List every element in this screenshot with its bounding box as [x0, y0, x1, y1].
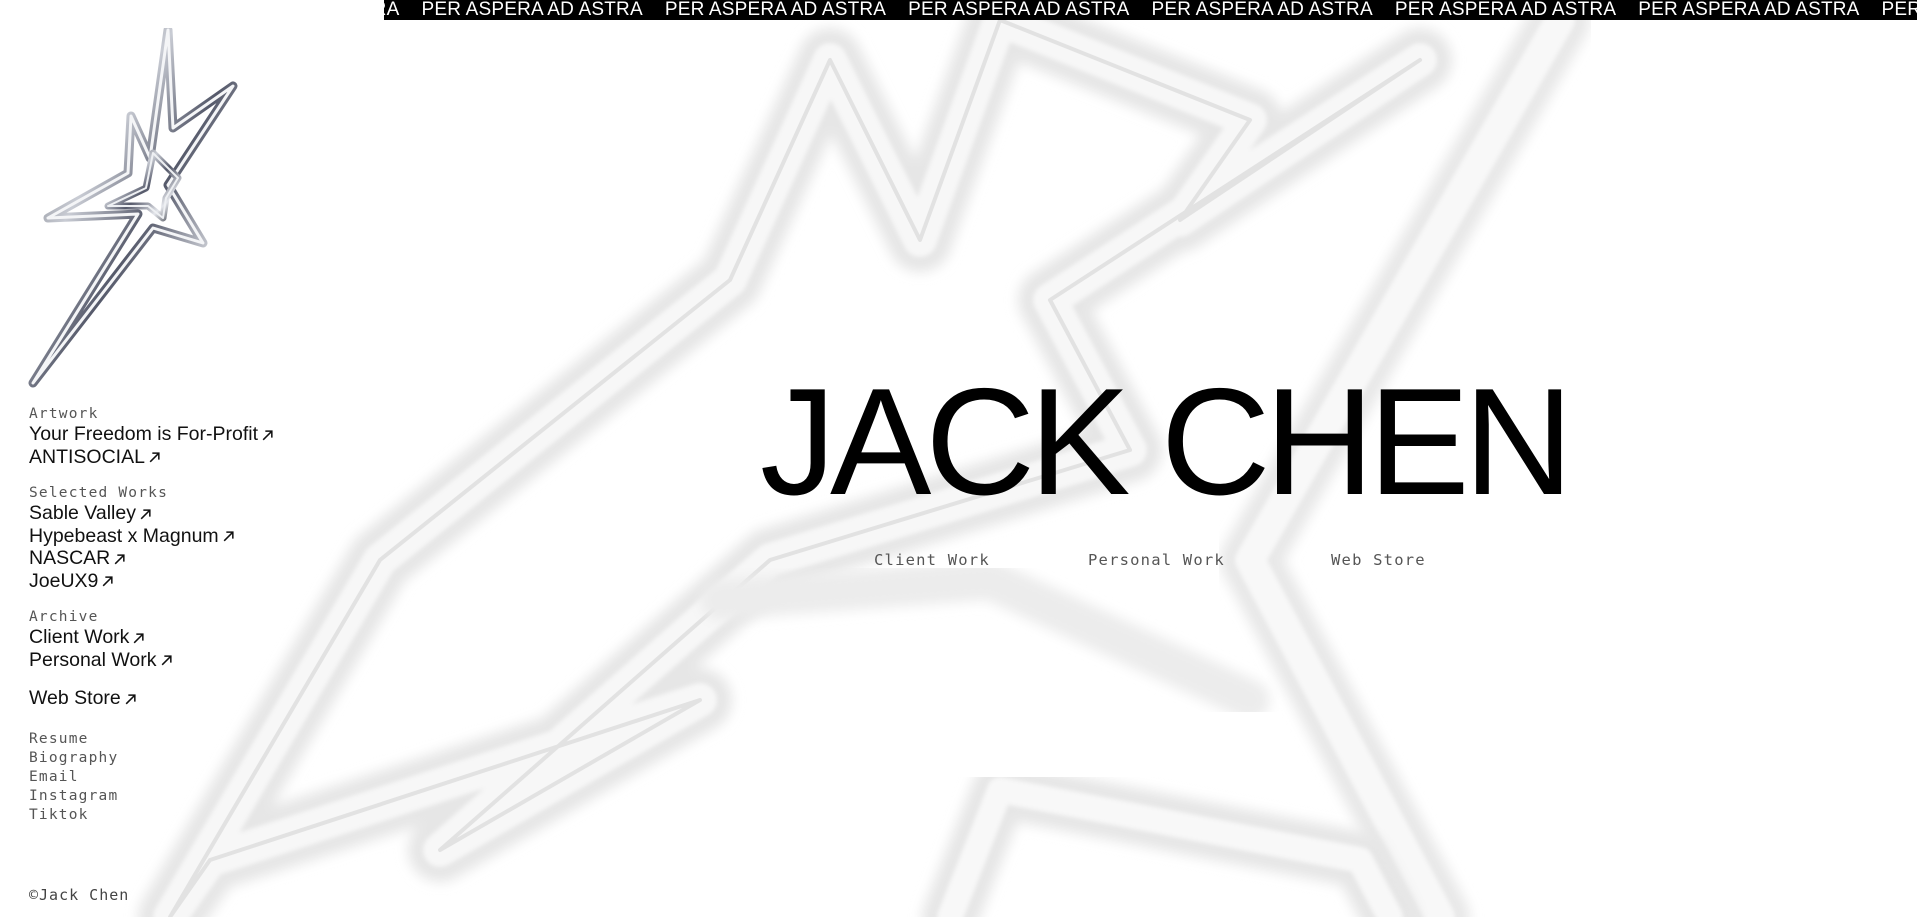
- marquee-banner: STRA PER ASPERA AD ASTRA PER ASPERA AD A…: [384, 0, 1917, 20]
- link-label: Your Freedom is For-Profit: [29, 423, 259, 445]
- selected-works-group: Selected Works Sable Valley Hypebeast x …: [29, 484, 349, 592]
- link-sable-valley[interactable]: Sable Valley: [29, 502, 152, 525]
- web-store-group: Web Store: [29, 687, 349, 710]
- link-biography[interactable]: Biography: [29, 749, 118, 768]
- arrow-up-right-icon: [262, 430, 273, 441]
- link-resume[interactable]: Resume: [29, 730, 89, 749]
- arrow-up-right-icon: [125, 694, 136, 705]
- marquee-item: PER ASPERA AD ASTRA: [1881, 0, 1917, 20]
- link-client-work[interactable]: Client Work: [29, 626, 145, 649]
- chrome-star-logo-icon[interactable]: [28, 28, 238, 390]
- link-personal-work[interactable]: Personal Work: [29, 649, 173, 672]
- artwork-group: Artwork Your Freedom is For-Profit ANTIS…: [29, 405, 349, 468]
- marquee-item: PER ASPERA AD ASTRA: [421, 0, 643, 20]
- hero-nav: Client Work Personal Work Web Store: [0, 551, 1917, 573]
- marquee-item: PER ASPERA AD ASTRA: [908, 0, 1130, 20]
- arrow-up-right-icon: [134, 633, 145, 644]
- link-your-freedom-is-for-profit[interactable]: Your Freedom is For-Profit: [29, 423, 274, 446]
- link-web-store[interactable]: Web Store: [29, 687, 137, 710]
- link-label: Sable Valley: [29, 502, 136, 524]
- hero-title: JACK CHEN: [760, 357, 1573, 527]
- arrow-up-right-icon: [161, 655, 172, 666]
- link-tiktok[interactable]: Tiktok: [29, 806, 89, 825]
- marquee-track: STRA PER ASPERA AD ASTRA PER ASPERA AD A…: [384, 0, 1917, 20]
- sidebar-nav: Artwork Your Freedom is For-Profit ANTIS…: [29, 405, 349, 841]
- link-email[interactable]: Email: [29, 768, 79, 787]
- archive-group: Archive Client Work Personal Work: [29, 608, 349, 671]
- arrow-up-right-icon: [149, 452, 160, 463]
- hero-nav-personal-work[interactable]: Personal Work: [1088, 551, 1225, 569]
- link-label: Web Store: [29, 687, 121, 709]
- hero-nav-web-store[interactable]: Web Store: [1331, 551, 1426, 569]
- link-hypebeast-x-magnum[interactable]: Hypebeast x Magnum: [29, 525, 235, 548]
- artwork-label: Artwork: [29, 406, 99, 422]
- link-label: Hypebeast x Magnum: [29, 524, 219, 547]
- marquee-item: PER ASPERA AD ASTRA: [1638, 0, 1860, 20]
- marquee-item: PER ASPERA AD ASTRA: [664, 0, 887, 20]
- info-links-group: Resume Biography Email Instagram Tiktok: [29, 730, 349, 825]
- link-label: Personal Work: [29, 648, 157, 671]
- hero-nav-client-work[interactable]: Client Work: [874, 551, 990, 569]
- marquee-item: PER ASPERA AD ASTRA: [1394, 0, 1617, 20]
- marquee-fragment: STRA: [384, 0, 400, 20]
- link-label: Client Work: [29, 626, 130, 648]
- link-antisocial[interactable]: ANTISOCIAL: [29, 446, 161, 469]
- link-instagram[interactable]: Instagram: [29, 787, 118, 806]
- marquee-item: PER ASPERA AD ASTRA: [1151, 0, 1373, 20]
- arrow-up-right-icon: [140, 509, 151, 520]
- arrow-up-right-icon: [103, 576, 113, 587]
- arrow-up-right-icon: [223, 531, 234, 542]
- link-label: ANTISOCIAL: [29, 445, 145, 468]
- archive-label: Archive: [29, 609, 99, 625]
- selected-works-label: Selected Works: [29, 485, 169, 501]
- copyright-text: ©Jack Chen: [29, 886, 130, 904]
